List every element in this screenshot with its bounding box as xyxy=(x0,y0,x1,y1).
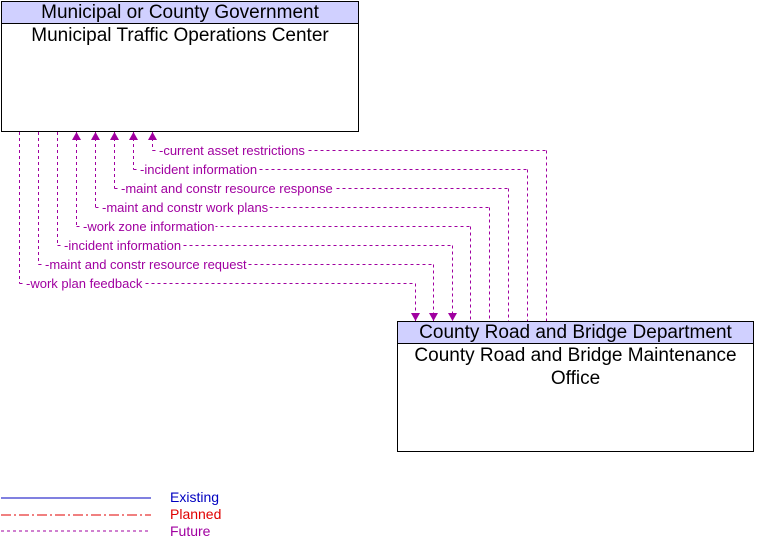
flow-label: -incident information xyxy=(64,238,181,253)
flow-label: -work plan feedback xyxy=(26,276,143,291)
bottom-entity-group: County Road and Bridge Department xyxy=(398,322,753,344)
flow-label: -maint and constr resource request xyxy=(45,257,247,272)
arrow-up-icon xyxy=(91,132,100,140)
flow-label: -incident information xyxy=(140,162,257,177)
arrow-up-icon xyxy=(72,132,81,140)
top-entity-group: Municipal or County Government xyxy=(2,2,358,24)
legend-label-existing: Existing xyxy=(170,489,220,505)
top-entity-box[interactable]: Municipal or County Government Municipal… xyxy=(1,1,359,132)
arrow-up-icon xyxy=(148,132,157,140)
bottom-entity-box[interactable]: County Road and Bridge Department County… xyxy=(397,321,754,452)
legend-label-future: Future xyxy=(170,523,211,539)
arrow-up-icon xyxy=(110,132,119,140)
legend-label-planned: Planned xyxy=(170,506,222,522)
legend-lines xyxy=(1,497,151,532)
arrow-down-icon xyxy=(411,313,420,321)
flow-label: -current asset restrictions xyxy=(159,143,305,158)
arrow-down-icon xyxy=(429,313,438,321)
flow-label: -maint and constr resource response xyxy=(121,181,333,196)
flow-label: -work zone information xyxy=(83,219,215,234)
arrow-up-icon xyxy=(129,132,138,140)
flow-label: -maint and constr work plans xyxy=(102,200,269,215)
flow-4[interactable]: -work zone information xyxy=(72,132,471,321)
bottom-entity-title: County Road and Bridge Maintenance Offic… xyxy=(414,345,737,389)
arrow-down-icon xyxy=(448,313,457,321)
top-entity-title: Municipal Traffic Operations Center xyxy=(31,25,329,46)
